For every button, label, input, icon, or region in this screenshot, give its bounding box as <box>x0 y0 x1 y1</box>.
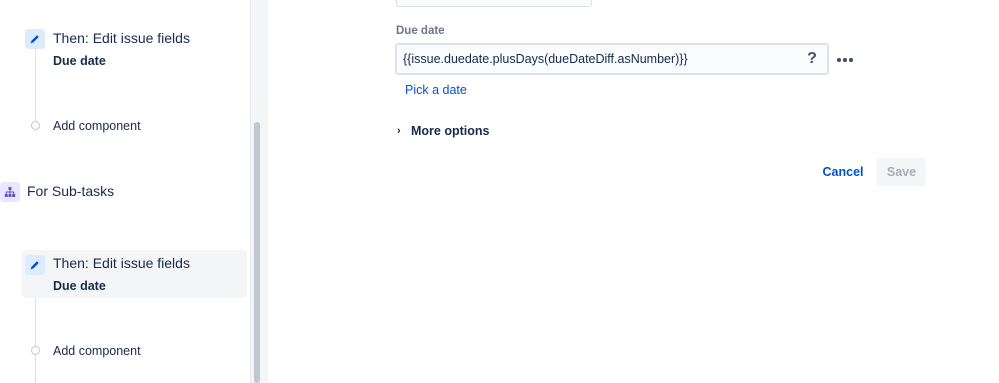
add-component-dot <box>31 346 40 355</box>
pick-a-date-link[interactable]: Pick a date <box>405 83 467 97</box>
step-subtitle: Due date <box>53 54 106 68</box>
question-icon[interactable]: ? <box>802 49 822 69</box>
pencil-icon <box>25 255 45 275</box>
step-edit-issue-fields-selected[interactable]: Then: Edit issue fields Due date <box>22 250 247 298</box>
add-component-button[interactable]: Add component <box>53 344 141 358</box>
chevron-right-icon: › <box>397 125 401 137</box>
sidebar-scrollbar-thumb[interactable] <box>254 122 260 383</box>
save-button[interactable]: Save <box>877 158 926 186</box>
previous-field-input[interactable] <box>396 0 592 7</box>
timeline-line <box>35 298 36 383</box>
pencil-icon <box>25 29 45 49</box>
step-edit-issue-fields[interactable]: Then: Edit issue fields Due date <box>22 25 247 73</box>
branch-icon <box>0 182 20 202</box>
due-date-input[interactable]: {{issue.duedate.plusDays(dueDateDiff.asN… <box>395 43 829 75</box>
more-options-label: More options <box>411 124 490 138</box>
due-date-label: Due date <box>396 25 445 37</box>
step-title: Then: Edit issue fields <box>53 30 190 46</box>
rule-sidebar: Then: Edit issue fields Due date Add com… <box>0 0 250 383</box>
step-subtitle: Due date <box>53 279 106 293</box>
add-component-dot <box>31 121 40 130</box>
step-title: Then: Edit issue fields <box>53 255 190 271</box>
add-component-button[interactable]: Add component <box>53 119 141 133</box>
branch-label[interactable]: For Sub-tasks <box>27 183 114 199</box>
more-icon[interactable] <box>834 50 856 70</box>
more-options-toggle[interactable]: › More options <box>397 124 489 138</box>
cancel-button[interactable]: Cancel <box>816 158 870 186</box>
